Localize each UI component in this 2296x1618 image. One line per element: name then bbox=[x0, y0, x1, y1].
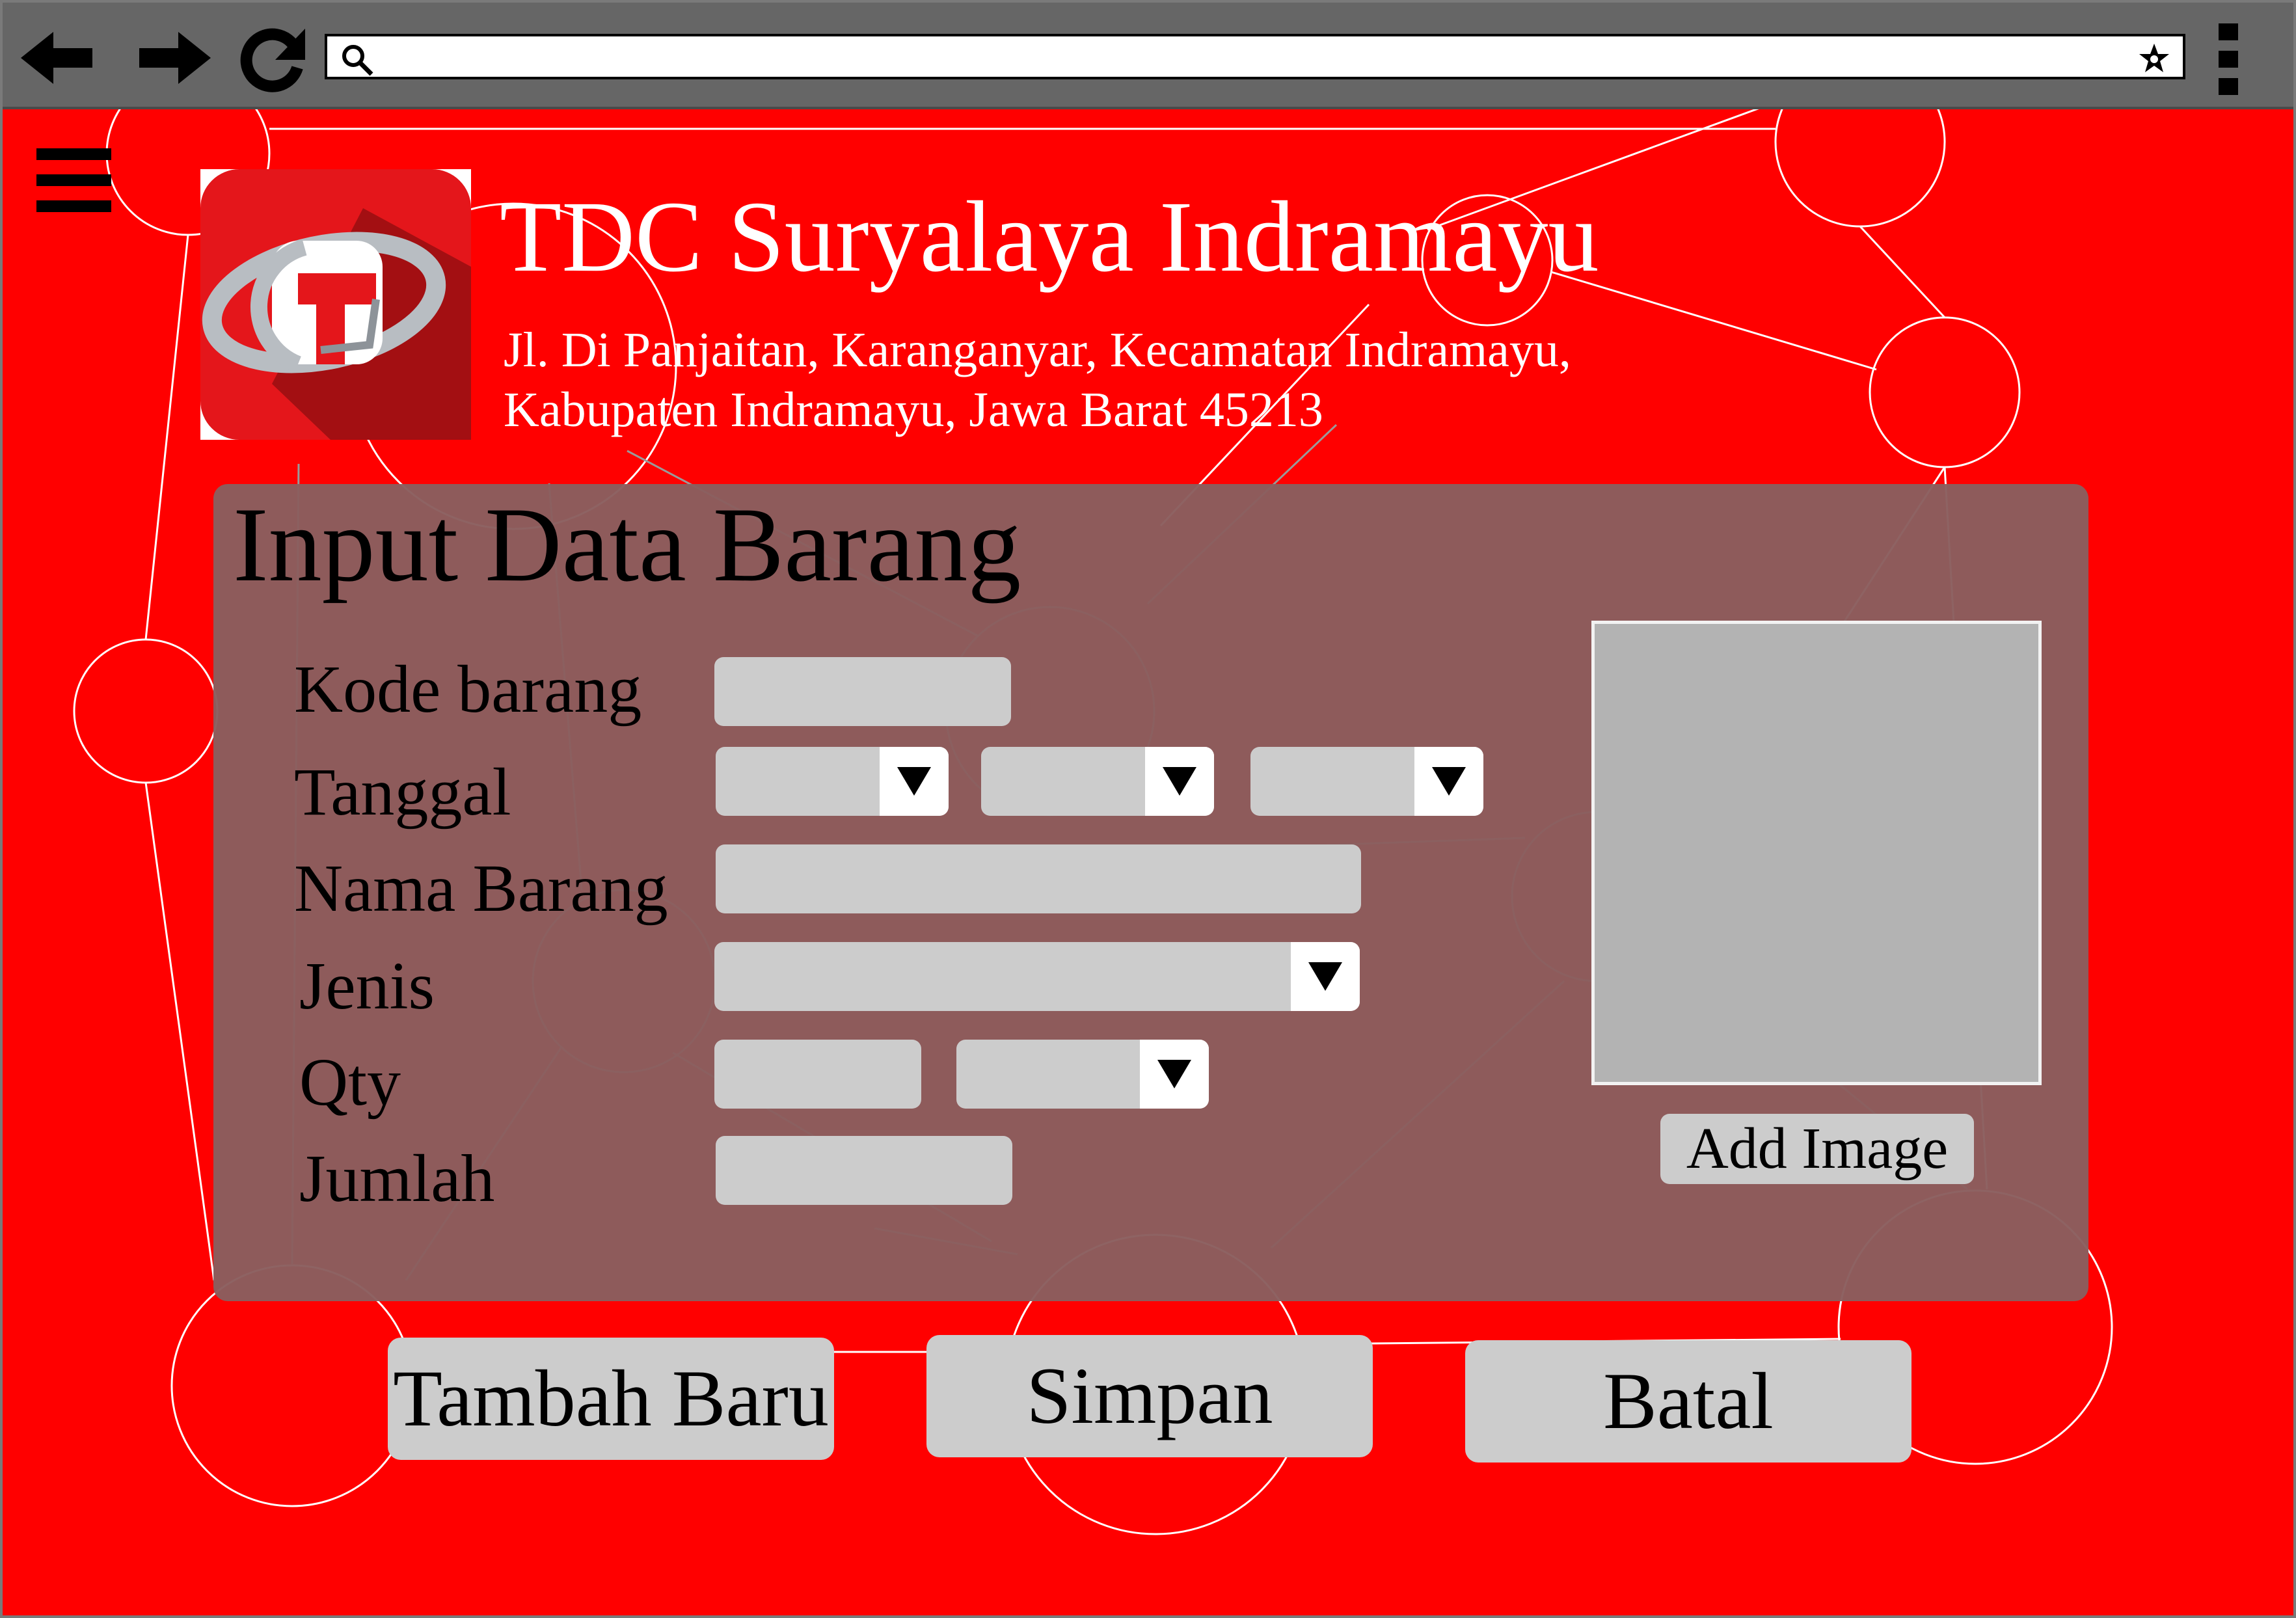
browser-window: TDC Suryalaya Indramayu Jl. Di Panjaitan… bbox=[0, 0, 2296, 1618]
jenis-label: Jenis bbox=[299, 949, 435, 1023]
tanggal-day-select[interactable] bbox=[716, 747, 949, 816]
search-icon bbox=[342, 45, 373, 76]
batal-button[interactable]: Batal bbox=[1465, 1340, 1911, 1463]
jenis-select[interactable] bbox=[714, 942, 1360, 1011]
dropdown-arrow-icon bbox=[1140, 1040, 1209, 1109]
form-title: Input Data Barang bbox=[233, 486, 1021, 604]
address-line-2: Kabupaten Indramayu, Jawa Barat 45213 bbox=[504, 383, 1323, 437]
reload-icon[interactable] bbox=[234, 22, 312, 94]
tanggal-year-select[interactable] bbox=[1250, 747, 1483, 816]
page-title: TDC Suryalaya Indramayu bbox=[500, 180, 1599, 293]
nama-barang-label: Nama Barang bbox=[294, 851, 668, 926]
add-image-button[interactable]: Add Image bbox=[1660, 1114, 1974, 1184]
back-arrow-icon[interactable] bbox=[14, 22, 99, 94]
star-icon[interactable] bbox=[2137, 42, 2171, 75]
kode-barang-input[interactable] bbox=[714, 657, 1011, 726]
telkom-logo bbox=[200, 169, 471, 440]
kode-barang-label: Kode barang bbox=[294, 652, 642, 727]
qty-label: Qty bbox=[299, 1045, 401, 1120]
simpan-button[interactable]: Simpan bbox=[926, 1335, 1373, 1457]
qty-input[interactable] bbox=[714, 1040, 921, 1109]
browser-toolbar bbox=[3, 3, 2293, 109]
tanggal-month-select[interactable] bbox=[981, 747, 1214, 816]
jumlah-input[interactable] bbox=[716, 1136, 1012, 1205]
jumlah-label: Jumlah bbox=[299, 1141, 495, 1216]
dropdown-arrow-icon bbox=[1291, 942, 1360, 1011]
dropdown-arrow-icon bbox=[880, 747, 949, 816]
image-preview bbox=[1591, 621, 2042, 1085]
kebab-menu-icon[interactable] bbox=[2212, 21, 2245, 98]
address-bar[interactable] bbox=[325, 34, 2185, 79]
hamburger-icon[interactable] bbox=[36, 147, 115, 212]
address-text: Jl. Di Panjaitan, Karanganyar, Kecamatan… bbox=[504, 320, 1571, 440]
forward-arrow-icon[interactable] bbox=[133, 22, 217, 94]
nama-barang-input[interactable] bbox=[716, 844, 1361, 913]
dropdown-arrow-icon bbox=[1414, 747, 1483, 816]
qty-unit-select[interactable] bbox=[956, 1040, 1209, 1109]
dropdown-arrow-icon bbox=[1145, 747, 1214, 816]
tanggal-label: Tanggal bbox=[294, 755, 511, 829]
tambah-baru-button[interactable]: Tambah Baru bbox=[388, 1338, 834, 1460]
address-line-1: Jl. Di Panjaitan, Karanganyar, Kecamatan… bbox=[504, 323, 1571, 377]
